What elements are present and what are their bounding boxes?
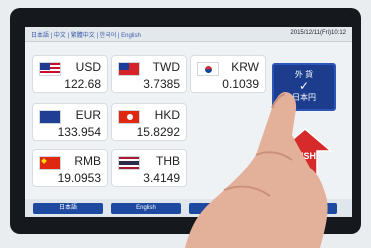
language-bar: 日本語 English 中文 한국어: [25, 199, 352, 217]
cn-flag-icon: [39, 156, 61, 170]
chevron-down-icon: ✓: [298, 79, 310, 93]
push-button[interactable]: PUSH!: [276, 127, 334, 189]
rate-card-hkd[interactable]: HKD 15.8292: [111, 103, 187, 141]
switch-line2: 日本円: [292, 93, 316, 102]
rate-card-eur[interactable]: EUR 133.954: [32, 103, 108, 141]
currency-rate: 15.8292: [136, 125, 180, 139]
currency-rate: 122.68: [64, 77, 101, 91]
lang-button-japanese[interactable]: 日本語: [33, 203, 103, 214]
currency-rate: 19.0953: [57, 171, 101, 185]
currency-rate: 133.954: [57, 125, 101, 139]
currency-code: USD: [75, 60, 101, 74]
th-flag-icon: [118, 156, 140, 170]
currency-code: RMB: [74, 154, 101, 168]
currency-code: KRW: [231, 60, 259, 74]
datetime: 2015/12/11(Fri)10:12: [290, 30, 346, 36]
rate-card-thb[interactable]: THB 3.4149: [111, 149, 187, 187]
lang-button-korean[interactable]: 한국어: [267, 203, 337, 214]
lang-button-english[interactable]: English: [111, 203, 181, 214]
hk-flag-icon: [118, 110, 140, 124]
currency-rate: 0.1039: [222, 77, 259, 91]
currency-code: EUR: [75, 108, 101, 122]
foreign-to-yen-switch-button[interactable]: 外 貨 ✓ 日本円: [272, 63, 336, 111]
rate-card-rmb[interactable]: RMB 19.0953: [32, 149, 108, 187]
rate-card-usd[interactable]: USD 122.68: [32, 55, 108, 93]
kr-flag-icon: [197, 62, 219, 76]
rate-card-twd[interactable]: TWD 3.7385: [111, 55, 187, 93]
currency-code: TWD: [152, 60, 180, 74]
currency-code: THB: [156, 154, 180, 168]
language-crumbs[interactable]: 日本語 | 中文 | 繁體中文 | 한국어 | English: [31, 30, 141, 39]
currency-code: HKD: [154, 108, 180, 122]
push-label: PUSH!: [290, 151, 319, 161]
us-flag-icon: [39, 62, 61, 76]
kiosk-screen: 日本語 | 中文 | 繁體中文 | 한국어 | English 2015/12/…: [25, 27, 352, 217]
top-bar: 日本語 | 中文 | 繁體中文 | 한국어 | English 2015/12/…: [25, 27, 352, 42]
tw-flag-icon: [118, 62, 140, 76]
rate-card-krw[interactable]: KRW 0.1039: [190, 55, 266, 93]
currency-rate: 3.4149: [143, 171, 180, 185]
eu-flag-icon: [39, 110, 61, 124]
lang-button-chinese[interactable]: 中文: [189, 203, 259, 214]
currency-rate: 3.7385: [143, 77, 180, 91]
